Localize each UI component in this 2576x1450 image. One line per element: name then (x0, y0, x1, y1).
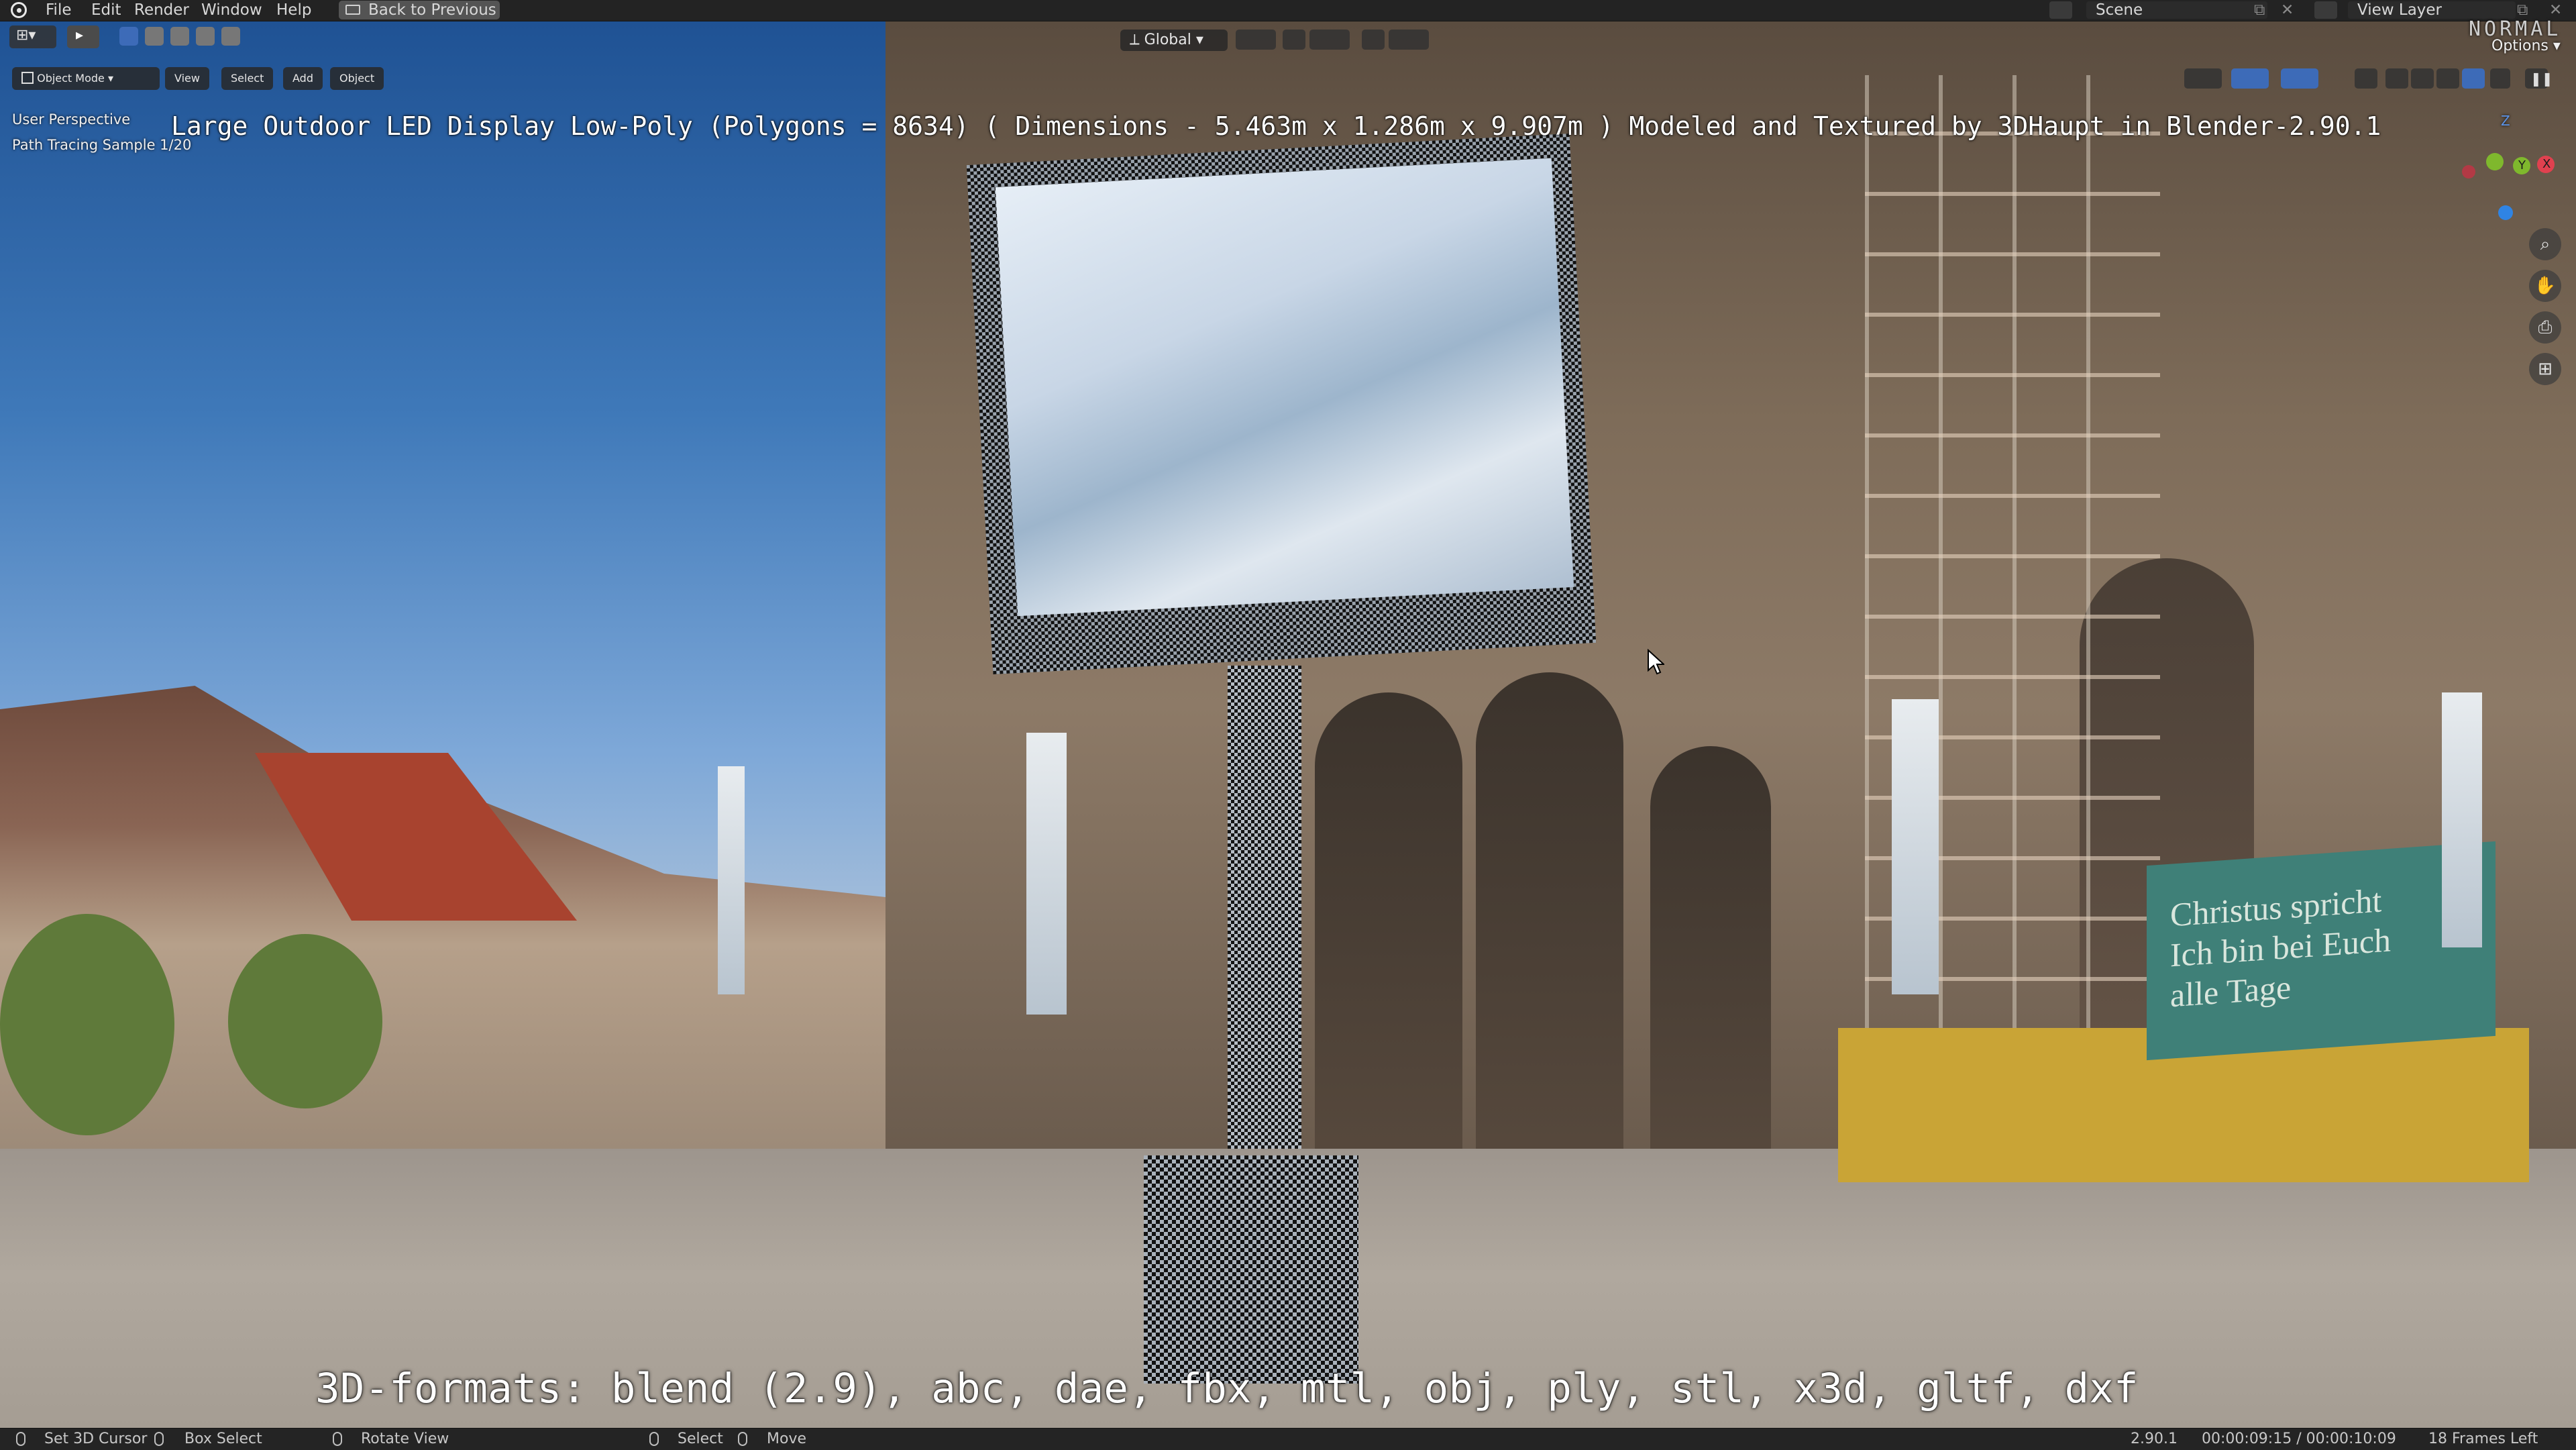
flag (718, 766, 745, 994)
blender-logo-icon[interactable] (11, 2, 27, 18)
object-mode-icon (21, 72, 34, 84)
tree (0, 914, 174, 1135)
mouse-drag-icon (154, 1432, 164, 1446)
top-menu-bar: File Edit Render Window Help Back to Pre… (0, 0, 2576, 21)
object-mode-label: Object Mode (37, 72, 105, 85)
hint-box-select: Box Select (184, 1431, 262, 1447)
pan-hand-icon[interactable]: ✋ (2529, 270, 2561, 302)
delete-scene-icon[interactable]: ✕ (2281, 1, 2294, 19)
select-mode-subtract-icon[interactable] (170, 27, 189, 46)
status-bar: Set 3D Cursor Box Select Rotate View Sel… (0, 1428, 2576, 1450)
hint-rotate-view: Rotate View (361, 1431, 449, 1447)
back-screen-icon (345, 5, 360, 15)
select-mode-extend-icon[interactable] (145, 27, 164, 46)
menu-file[interactable]: File (46, 1, 72, 19)
menu-window[interactable]: Window (201, 1, 262, 19)
falloff-icon[interactable] (1389, 30, 1429, 50)
viewport-header: ⊞▾ ▸ ⟂ Global ▾ NORMAL Options ▾ (0, 17, 2576, 55)
back-to-previous-label: Back to Previous (368, 1, 496, 19)
visibility-selectability-icon[interactable] (2184, 68, 2222, 89)
gizmo-y-label: Y (2518, 158, 2526, 172)
camera-view-icon[interactable]: ⎙ (2529, 311, 2561, 344)
view-layer-selector-icon[interactable] (2314, 1, 2337, 19)
tree (228, 934, 382, 1108)
playback-time: 00:00:09:15 / 00:00:10:09 (2202, 1431, 2396, 1447)
orientation-axes-icon: ⟂ (1130, 32, 1144, 48)
pivot-point-icon[interactable] (1236, 30, 1276, 50)
rendered-shading-icon[interactable] (2462, 68, 2485, 89)
select-mode-difference-icon[interactable] (196, 27, 215, 46)
solid-shading-icon[interactable] (2411, 68, 2434, 89)
xray-toggle-icon[interactable] (2355, 68, 2377, 89)
options-dropdown[interactable]: Options ▾ (2491, 38, 2561, 54)
mouse-left-icon (649, 1432, 659, 1446)
object-mode-dropdown[interactable]: Object Mode ▾ (12, 67, 160, 90)
formats-overlay: 3D-formats: blend (2.9), abc, dae, fbx, … (315, 1365, 2139, 1412)
view-perspective-label: User Perspective (12, 111, 131, 127)
gizmo-neg-x-dot[interactable] (2462, 165, 2475, 178)
scene-name: Scene (2096, 1, 2143, 19)
cathedral-arch (1315, 692, 1462, 1162)
pause-render-icon[interactable]: ❚❚ (2525, 68, 2553, 89)
menu-render[interactable]: Render (134, 1, 189, 19)
view-layer-field[interactable]: View Layer (2348, 1, 2516, 19)
church-banner-text: Christus spricht Ich bin bei Euch alle T… (2170, 873, 2485, 1016)
menu-edit[interactable]: Edit (91, 1, 121, 19)
cathedral-arch (1476, 672, 1623, 1162)
shading-options-icon[interactable] (2490, 68, 2510, 89)
frames-left: 18 Frames Left (2428, 1431, 2538, 1447)
material-preview-icon[interactable] (2436, 68, 2459, 89)
blender-version: 2.90.1 (2131, 1431, 2178, 1447)
flag (1026, 733, 1067, 1015)
gizmo-x-label: X (2542, 157, 2551, 171)
flag (2442, 692, 2482, 947)
select-tool-icon[interactable]: ▸ (67, 25, 99, 48)
options-label: Options (2491, 38, 2548, 54)
menu-select[interactable]: Select (221, 67, 274, 90)
cathedral-arch (1650, 746, 1771, 1162)
snap-target-icon[interactable] (1309, 30, 1350, 50)
overlays-toggle-icon[interactable] (2281, 68, 2318, 89)
menu-help[interactable]: Help (276, 1, 311, 19)
editor-type-icon[interactable]: ⊞▾ (9, 25, 56, 48)
hint-set-3d-cursor: Set 3D Cursor (44, 1431, 148, 1447)
proportional-edit-icon[interactable] (1362, 30, 1385, 50)
select-mode-intersect-icon[interactable] (221, 27, 240, 46)
hint-move: Move (767, 1431, 806, 1447)
wireframe-shading-icon[interactable] (2385, 68, 2408, 89)
gizmo-y-dot[interactable] (2486, 153, 2504, 170)
menu-object[interactable]: Object (330, 67, 384, 90)
perspective-toggle-icon[interactable]: ⊞ (2529, 353, 2561, 385)
gizmo-neg-z-dot[interactable] (2498, 205, 2513, 220)
mouse-middle-icon (333, 1432, 342, 1446)
led-display-screen[interactable] (995, 158, 1574, 617)
3d-viewport[interactable]: Christus spricht Ich bin bei Euch alle T… (0, 21, 2576, 1428)
snap-toggle-icon[interactable] (1283, 30, 1305, 50)
led-display-base[interactable] (1144, 1155, 1358, 1384)
mouse-drag-icon (738, 1432, 747, 1446)
render-sample-label: Path Tracing Sample 1/20 (12, 137, 192, 153)
hint-select: Select (678, 1431, 723, 1447)
gizmo-z-label: Z (2501, 113, 2510, 129)
model-title-overlay: Large Outdoor LED Display Low-Poly (Poly… (171, 111, 2381, 141)
menu-view[interactable]: View (165, 67, 209, 90)
delete-view-layer-icon[interactable]: ✕ (2549, 1, 2562, 19)
new-scene-icon[interactable]: ⧉ (2254, 1, 2265, 19)
select-mode-new-icon[interactable] (119, 27, 138, 46)
mouse-left-icon (16, 1432, 25, 1446)
view-layer-name: View Layer (2357, 1, 2443, 19)
menu-add[interactable]: Add (283, 67, 323, 90)
zoom-icon[interactable]: ⌕ (2529, 228, 2561, 260)
back-to-previous-button[interactable]: Back to Previous (339, 1, 500, 19)
new-view-layer-icon[interactable]: ⧉ (2517, 1, 2528, 19)
led-display-pole[interactable] (1228, 666, 1301, 1149)
mouse-cursor-icon (1648, 649, 1664, 675)
transform-orientation-value: Global (1144, 32, 1191, 48)
flag (1892, 699, 1939, 994)
gizmo-toggle-icon[interactable] (2231, 68, 2269, 89)
transform-orientation-dropdown[interactable]: ⟂ Global ▾ (1120, 30, 1228, 51)
scene-selector-icon[interactable] (2049, 1, 2072, 19)
scene-field[interactable]: Scene (2086, 1, 2267, 19)
